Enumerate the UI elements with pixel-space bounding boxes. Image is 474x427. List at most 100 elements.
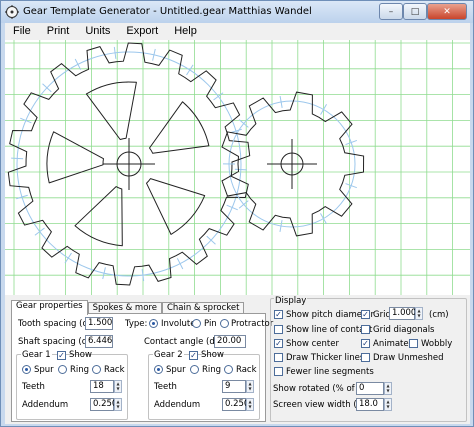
grid-diagonals-checkbox[interactable] [361, 325, 370, 334]
minimize-button[interactable]: – [379, 3, 403, 20]
type-pin-label: Pin [204, 319, 217, 329]
gear-properties-panel: Tooth spacing (cm) 1.500 Type: Involute … [11, 313, 273, 422]
type-involute-radio[interactable] [149, 319, 158, 328]
menu-print[interactable]: Print [39, 23, 78, 40]
gear-2-show-label: Show [201, 350, 224, 360]
gear-1-rack-label: Rack [104, 365, 125, 375]
gear-1-label: Gear 1 [21, 350, 52, 360]
grid-checkbox[interactable]: ✓ [361, 310, 370, 319]
gear-1-pitch-tick [74, 58, 82, 70]
gear-1-show-checkbox[interactable]: ✓ [57, 351, 66, 360]
gear-2-rack-radio[interactable] [224, 365, 233, 374]
show-rotated-spinner[interactable]: ▲ ▼ [384, 382, 392, 395]
wobbly-label: Wobbly [421, 339, 453, 349]
gear-1-spoke-cutout [74, 186, 123, 247]
grid-unit-label: (cm) [429, 310, 449, 320]
gear-2-addendum-label: Addendum [154, 400, 201, 410]
grid-size-input[interactable]: 1.000 [389, 307, 416, 320]
draw-unmeshed-label: Draw Unmeshed [373, 353, 444, 363]
menu-bar: File Print Units Export Help [5, 23, 470, 40]
maximize-button[interactable]: □ [403, 3, 427, 20]
gear-1-addendum-label: Addendum [22, 400, 69, 410]
gear-1-pitch-tick [226, 204, 238, 211]
type-label: Type: [125, 319, 148, 329]
gear-1-addendum-spinner[interactable]: ▲ ▼ [114, 398, 122, 411]
gear-1-teeth-label: Teeth [22, 382, 45, 392]
gear-2-spur-label: Spur [166, 365, 186, 375]
gear-1-show-label: Show [69, 350, 92, 360]
gear-2-addendum-spinner[interactable]: ▲ ▼ [246, 398, 254, 411]
gear-1-spoke-cutout [146, 178, 206, 235]
draw-thicker-lines-label: Draw Thicker lines [286, 353, 365, 363]
grid-diagonals-label: Grid diagonals [373, 325, 435, 335]
gear-1-pitch-tick [186, 64, 194, 76]
show-rotated-input[interactable]: 0 [356, 382, 384, 395]
show-center-checkbox[interactable]: ✓ [274, 339, 283, 348]
type-pin-radio[interactable] [192, 319, 201, 328]
gear-2-teeth-input[interactable]: 9 [222, 380, 246, 393]
gear-1-pitch-tick [213, 92, 224, 101]
gear-1-spoke-cutout [46, 131, 104, 184]
fewer-line-segments-checkbox[interactable] [274, 367, 283, 376]
show-pitch-diameter-checkbox[interactable]: ✓ [274, 310, 283, 319]
app-window: Gear Template Generator - Untitled.gear … [0, 0, 474, 427]
shaft-spacing-input[interactable]: 6.446 [85, 335, 113, 348]
title-bar[interactable]: Gear Template Generator - Untitled.gear … [1, 1, 473, 23]
gear-1-spur-radio[interactable] [22, 365, 31, 374]
gear-2-ring-label: Ring [202, 365, 222, 375]
display-label: Display [274, 296, 308, 306]
show-line-of-contact-label: Show line of contact [286, 325, 373, 335]
type-involute-label: Involute [161, 319, 196, 329]
screen-view-width-input[interactable]: 18.0 [356, 398, 384, 411]
animate-label: Animate [373, 339, 409, 349]
fewer-line-segments-label: Fewer line segments [286, 367, 374, 377]
gear-2-teeth-spinner[interactable]: ▲ ▼ [246, 380, 254, 393]
draw-thicker-lines-checkbox[interactable] [274, 353, 283, 362]
gear-drawing [5, 40, 470, 295]
gear-1-drawing [7, 42, 251, 286]
grid-size-spinner[interactable]: ▲ ▼ [415, 307, 423, 320]
gear-1-ring-radio[interactable] [58, 365, 67, 374]
gear-2-rack-label: Rack [236, 365, 257, 375]
gear-1-pitch-tick [176, 258, 184, 270]
tooth-spacing-input[interactable]: 1.500 [85, 317, 113, 330]
gear-1-spoke-cutout [149, 101, 210, 154]
type-protractor-radio[interactable] [220, 319, 229, 328]
gear-1-addendum-input[interactable]: 0.250 [90, 398, 117, 411]
gear-1-rack-radio[interactable] [92, 365, 101, 374]
gear-2-show-checkbox[interactable]: ✓ [189, 351, 198, 360]
type-protractor-label: Protractor [231, 319, 274, 329]
menu-help[interactable]: Help [166, 23, 205, 40]
draw-unmeshed-checkbox[interactable] [361, 353, 370, 362]
gear-1-spur-label: Spur [34, 365, 54, 375]
gear-2-pitch-tick [238, 200, 249, 209]
tab-strip: Gear properties Spokes & more Chain & sp… [11, 300, 245, 315]
gear-1-teeth-input[interactable]: 18 [90, 380, 114, 393]
grid-lines [5, 40, 470, 295]
screen-view-width-spinner[interactable]: ▲ ▼ [384, 398, 392, 411]
gear-2-teeth-label: Teeth [154, 382, 177, 392]
gear-2-label: Gear 2 [153, 350, 184, 360]
show-line-of-contact-checkbox[interactable] [274, 325, 283, 334]
wobbly-checkbox[interactable] [409, 339, 418, 348]
gear-1-teeth-spinner[interactable]: ▲ ▼ [114, 380, 122, 393]
show-center-label: Show center [286, 339, 339, 349]
gear-1-pitch-tick [11, 157, 24, 160]
window-title: Gear Template Generator - Untitled.gear … [23, 6, 312, 17]
gear-1-spoke-cutout [85, 81, 137, 140]
menu-export[interactable]: Export [118, 23, 166, 40]
close-button[interactable]: ✕ [427, 3, 467, 20]
contact-angle-input[interactable]: 20.00 [214, 335, 246, 348]
gear-canvas[interactable] [5, 40, 470, 295]
gear-1-ring-label: Ring [70, 365, 90, 375]
animate-checkbox[interactable]: ✓ [361, 339, 370, 348]
gear-2-spur-radio[interactable] [154, 365, 163, 374]
gear-2-drawing [221, 91, 365, 237]
menu-units[interactable]: Units [77, 23, 118, 40]
gear-2-ring-radio[interactable] [190, 365, 199, 374]
menu-file[interactable]: File [5, 23, 39, 40]
tab-gear-properties[interactable]: Gear properties [11, 300, 88, 315]
gear-1-pitch-tick [234, 168, 247, 171]
gear-app-icon [5, 5, 19, 19]
gear-2-addendum-input[interactable]: 0.250 [222, 398, 249, 411]
